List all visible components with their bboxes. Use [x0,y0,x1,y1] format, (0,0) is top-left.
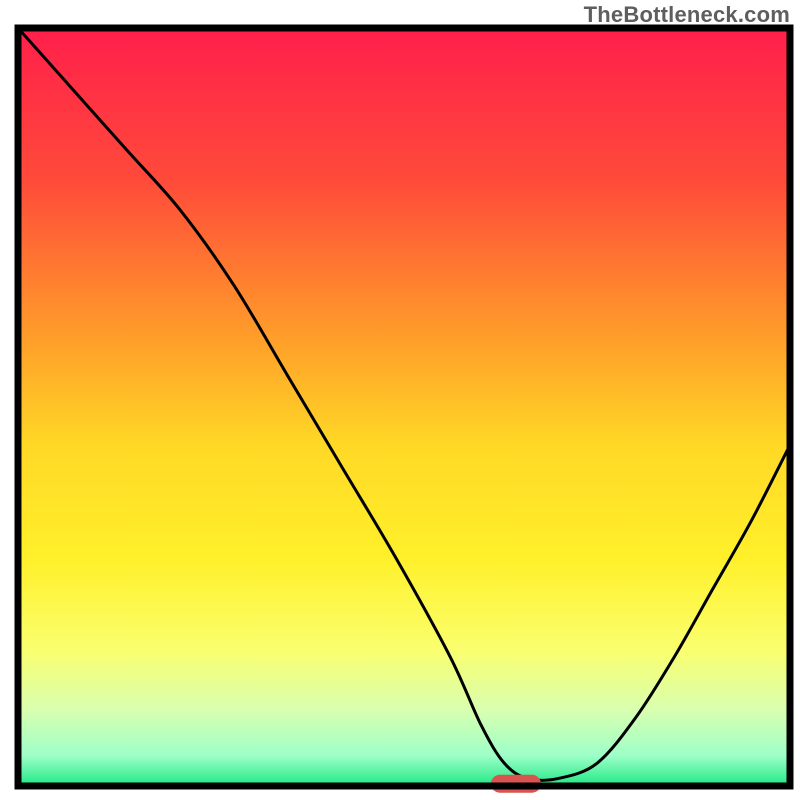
chart-container: TheBottleneck.com [0,0,800,800]
plot-area [18,28,790,786]
bottleneck-chart [0,0,800,800]
